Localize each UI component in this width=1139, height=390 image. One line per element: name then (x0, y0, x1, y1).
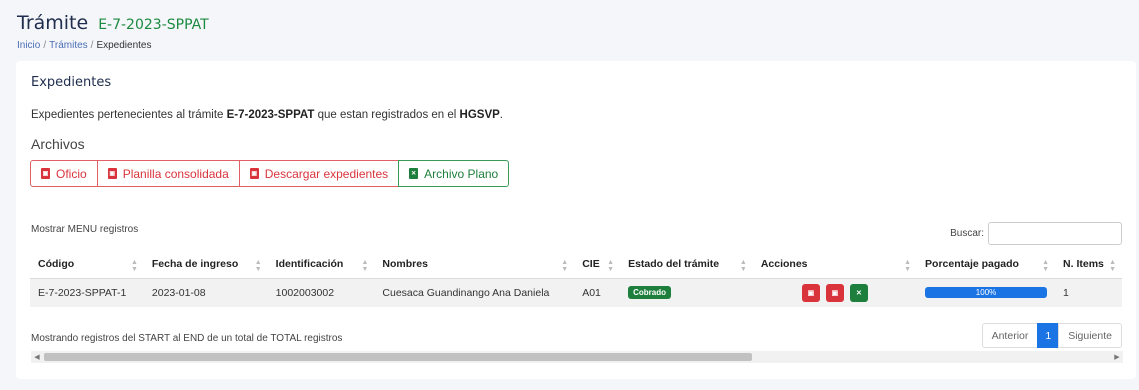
description-mid: que estan registrados en el (314, 109, 460, 121)
search-input[interactable] (988, 222, 1122, 245)
description-code: E-7-2023-SPPAT (226, 109, 315, 121)
pagination-next[interactable]: Siguiente (1058, 323, 1122, 348)
column-header-label: Fecha de ingreso (151, 258, 239, 271)
column-header-identificacion[interactable]: Identificación ▲ ▼ (267, 251, 375, 279)
column-header-cie[interactable]: CIE ▲ ▼ (574, 251, 621, 279)
cell-nombres: Cuesaca Guandinango Ana Daniela (374, 278, 575, 307)
breadcrumb-expedientes: Expedientes (96, 40, 152, 51)
breadcrumb-separator: / (90, 40, 94, 51)
column-header-label: Código (38, 258, 75, 271)
sort-icon: ▲ ▼ (1109, 259, 1116, 273)
payment-progress: 100% (925, 287, 1048, 299)
payment-progress-bar: 100% (925, 287, 1048, 299)
page-header: Trámite E-7-2023-SPPAT Inicio / Trámites / E… (17, 12, 209, 51)
oficio-button-label: Oficio (56, 166, 87, 181)
archivos-label: Archivos (31, 136, 85, 152)
search-label: Buscar: (950, 228, 984, 239)
planilla-consolidada-button[interactable]: ▣ Planilla consolidada (96, 160, 240, 187)
column-header-label: Identificación (275, 258, 344, 271)
length-menu-label: Mostrar MENU registros (31, 224, 139, 235)
sort-icon: ▲ ▼ (607, 259, 615, 273)
breadcrumb-inicio[interactable]: Inicio (17, 40, 40, 51)
cell-acciones: ▣ ▣ ✕ (752, 278, 918, 307)
column-header-items[interactable]: N. Items ▲ ▼ (1055, 251, 1122, 279)
excel-icon: ✕ (855, 289, 862, 297)
sort-icon: ▲ ▼ (1042, 259, 1050, 273)
card-title: Expedientes (31, 75, 112, 90)
column-header-label: N. Items (1063, 258, 1104, 271)
cell-identificacion: 1002003002 (267, 278, 375, 307)
descargar-expedientes-button[interactable]: ▣ Descargar expedientes (238, 160, 400, 187)
excel-icon: ✕ (409, 168, 419, 179)
breadcrumb-tramites[interactable]: Trámites (49, 40, 88, 51)
pdf-icon: ▣ (807, 289, 815, 297)
archivo-plano-button-label: Archivo Plano (424, 166, 499, 181)
column-header-porcentaje[interactable]: Porcentaje pagado ▲ ▼ (917, 251, 1056, 279)
archivos-button-group: ▣ Oficio ▣ Planilla consolidada ▣ Descar… (30, 160, 510, 187)
status-badge: Cobrado (628, 286, 671, 300)
pagination-page-1[interactable]: 1 (1037, 323, 1060, 348)
column-header-label: Acciones (760, 258, 808, 271)
breadcrumb-separator: / (43, 40, 47, 51)
description-pre: Expedientes pertenecientes al trámite (31, 109, 227, 121)
pdf-icon: ▣ (41, 168, 50, 179)
column-header-estado[interactable]: Estado del trámite ▲ ▼ (620, 251, 753, 279)
cell-estado: Cobrado (620, 278, 753, 307)
column-header-label: Porcentaje pagado (925, 258, 1019, 271)
cell-items: 1 (1055, 278, 1122, 307)
expedientes-card: Expedientes Expedientes pertenecientes a… (16, 61, 1136, 379)
pdf-icon: ▣ (107, 168, 117, 179)
column-header-nombres[interactable]: Nombres ▲ ▼ (374, 251, 575, 279)
descargar-expedientes-button-label: Descargar expedientes (264, 166, 389, 181)
planilla-consolidada-button-label: Planilla consolidada (122, 166, 229, 181)
page-title: Trámite (17, 12, 89, 34)
column-header-label: Nombres (382, 258, 428, 271)
table-info: Mostrando registros del START al END de … (31, 333, 343, 344)
pagination-previous[interactable]: Anterior (981, 323, 1039, 348)
cell-fecha: 2023-01-08 (143, 278, 268, 307)
cell-cie: A01 (574, 278, 621, 307)
card-description: Expedientes pertenecientes al trámite E-… (31, 109, 503, 121)
column-header-label: CIE (582, 258, 600, 271)
oficio-button[interactable]: ▣ Oficio (30, 160, 98, 187)
pagination: Anterior 1 Siguiente (981, 323, 1122, 348)
column-header-codigo[interactable]: Código ▲ ▼ (30, 251, 144, 279)
pdf-icon: ▣ (249, 168, 259, 179)
sort-desc-icon: ▲ ▼ (130, 259, 138, 273)
table-header-row: Código ▲ ▼ Fecha de ingreso ▲ ▼ Identificaci… (30, 251, 1122, 279)
column-header-label: Estado del trámite (628, 258, 720, 271)
column-header-fecha[interactable]: Fecha de ingreso ▲ ▼ (143, 251, 268, 279)
search-wrap: Buscar: (950, 222, 1122, 245)
scrollbar-thumb[interactable] (44, 353, 752, 361)
column-header-acciones[interactable]: Acciones ▲ ▼ (752, 251, 918, 279)
cell-porcentaje: 100% (917, 278, 1056, 307)
description-post: . (499, 109, 503, 121)
scroll-right-icon[interactable]: ▶ (1111, 351, 1123, 363)
sort-icon: ▲ ▼ (739, 259, 747, 273)
archivo-plano-button[interactable]: ✕ Archivo Plano (398, 160, 510, 187)
row-excel-button[interactable]: ✕ (849, 283, 868, 302)
tramite-code: E-7-2023-SPPAT (98, 17, 209, 33)
sort-icon: ▲ ▼ (361, 259, 369, 273)
table-row: E-7-2023-SPPAT-1 2023-01-08 1002003002 C… (30, 278, 1122, 307)
sort-icon: ▲ ▼ (254, 259, 262, 273)
sort-icon: ▲ ▼ (561, 259, 569, 273)
description-place: HGSVP (459, 109, 500, 121)
expedientes-table: Código ▲ ▼ Fecha de ingreso ▲ ▼ Identificaci… (30, 251, 1122, 307)
breadcrumb: Inicio / Trámites / Expedientes (17, 40, 209, 51)
row-pdf-button[interactable]: ▣ (801, 283, 820, 302)
pdf-icon: ▣ (831, 289, 839, 297)
row-pdf-button[interactable]: ▣ (825, 283, 844, 302)
cell-codigo: E-7-2023-SPPAT-1 (30, 278, 144, 307)
sort-icon: ▲ ▼ (904, 259, 912, 273)
horizontal-scrollbar[interactable]: ◀ ▶ (31, 351, 1123, 363)
title-row: Trámite E-7-2023-SPPAT (17, 12, 209, 34)
scroll-left-icon[interactable]: ◀ (31, 351, 43, 363)
